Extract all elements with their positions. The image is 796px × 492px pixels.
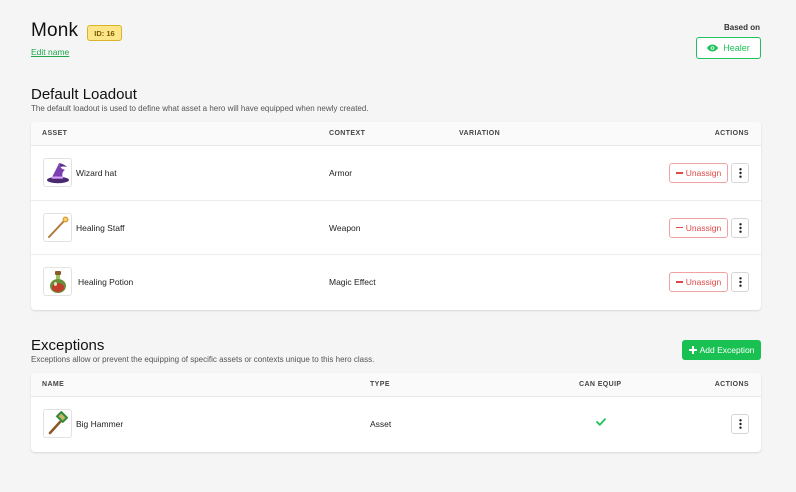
col-actions: ACTIONS bbox=[714, 381, 749, 388]
more-vertical-icon bbox=[738, 168, 742, 178]
based-on-healer-button[interactable]: Healer bbox=[696, 37, 761, 59]
table-row: Healing Potion Magic Effect Unassign bbox=[31, 255, 761, 310]
big-hammer-icon bbox=[48, 410, 68, 434]
wizard-hat-icon bbox=[46, 162, 69, 183]
table-row: Healing Staff Weapon Unassign bbox=[31, 201, 761, 255]
exceptions-table: NAME TYPE CAN EQUIP ACTIONS Big Hammer A… bbox=[31, 373, 761, 452]
exceptions-title: Exceptions bbox=[31, 337, 105, 354]
asset-context: Armor bbox=[329, 168, 353, 178]
row-actions-menu-button[interactable] bbox=[731, 272, 749, 292]
more-vertical-icon bbox=[738, 419, 742, 429]
unassign-button[interactable]: Unassign bbox=[669, 217, 728, 238]
unassign-label: Unassign bbox=[685, 277, 722, 287]
asset-thumbnail bbox=[43, 158, 72, 187]
healing-potion-icon bbox=[49, 270, 66, 293]
unassign-label: Unassign bbox=[685, 222, 722, 233]
exception-name: Big Hammer bbox=[76, 419, 124, 429]
asset-context: Magic Effect bbox=[329, 277, 376, 287]
col-actions: ACTIONS bbox=[714, 130, 749, 137]
loadout-table-header: ASSET CONTEXT VARIATION ACTIONS bbox=[31, 122, 761, 146]
asset-name: Healing Staff bbox=[76, 222, 125, 233]
asset-thumbnail bbox=[43, 212, 72, 242]
table-row: Big Hammer Asset bbox=[31, 397, 761, 452]
add-exception-label: Add Exception bbox=[699, 345, 755, 355]
col-context: CONTEXT bbox=[329, 130, 366, 137]
exception-type: Asset bbox=[370, 419, 392, 429]
col-name: NAME bbox=[42, 381, 65, 388]
healer-button-label: Healer bbox=[723, 43, 750, 53]
row-actions-menu-button[interactable] bbox=[731, 414, 749, 434]
exceptions-table-header: NAME TYPE CAN EQUIP ACTIONS bbox=[31, 373, 761, 397]
unassign-button[interactable]: Unassign bbox=[669, 163, 728, 183]
minus-icon bbox=[675, 226, 683, 229]
edit-name-link[interactable]: Edit name bbox=[31, 47, 69, 57]
col-type: TYPE bbox=[370, 381, 390, 388]
row-actions-menu-button[interactable] bbox=[731, 217, 749, 238]
asset-name: Wizard hat bbox=[76, 168, 117, 178]
check-icon bbox=[596, 418, 606, 426]
page-title: Monk bbox=[31, 20, 79, 41]
col-variation: VARIATION bbox=[459, 130, 501, 137]
minus-icon bbox=[675, 172, 683, 174]
plus-icon bbox=[688, 346, 697, 354]
asset-context: Weapon bbox=[329, 222, 361, 233]
eye-icon bbox=[707, 44, 719, 52]
healing-staff-icon bbox=[47, 216, 68, 238]
row-actions-menu-button[interactable] bbox=[731, 163, 749, 183]
loadout-table: ASSET CONTEXT VARIATION ACTIONS Wizard h… bbox=[31, 122, 761, 310]
col-asset: ASSET bbox=[42, 130, 68, 137]
asset-name: Healing Potion bbox=[78, 277, 134, 287]
more-vertical-icon bbox=[738, 222, 742, 233]
loadout-title: Default Loadout bbox=[31, 86, 137, 103]
id-badge: ID: 16 bbox=[87, 25, 122, 41]
minus-icon bbox=[675, 281, 683, 283]
more-vertical-icon bbox=[738, 277, 742, 287]
unassign-button[interactable]: Unassign bbox=[669, 272, 728, 292]
loadout-description: The default loadout is used to define wh… bbox=[31, 104, 369, 113]
unassign-label: Unassign bbox=[685, 168, 722, 178]
col-can-equip: CAN EQUIP bbox=[579, 381, 622, 388]
table-row: Wizard hat Armor Unassign bbox=[31, 146, 761, 201]
asset-thumbnail bbox=[43, 267, 72, 296]
asset-thumbnail bbox=[43, 409, 72, 438]
exceptions-description: Exceptions allow or prevent the equippin… bbox=[31, 355, 375, 364]
based-on-label: Based on bbox=[723, 23, 760, 32]
add-exception-button[interactable]: Add Exception bbox=[682, 340, 761, 360]
